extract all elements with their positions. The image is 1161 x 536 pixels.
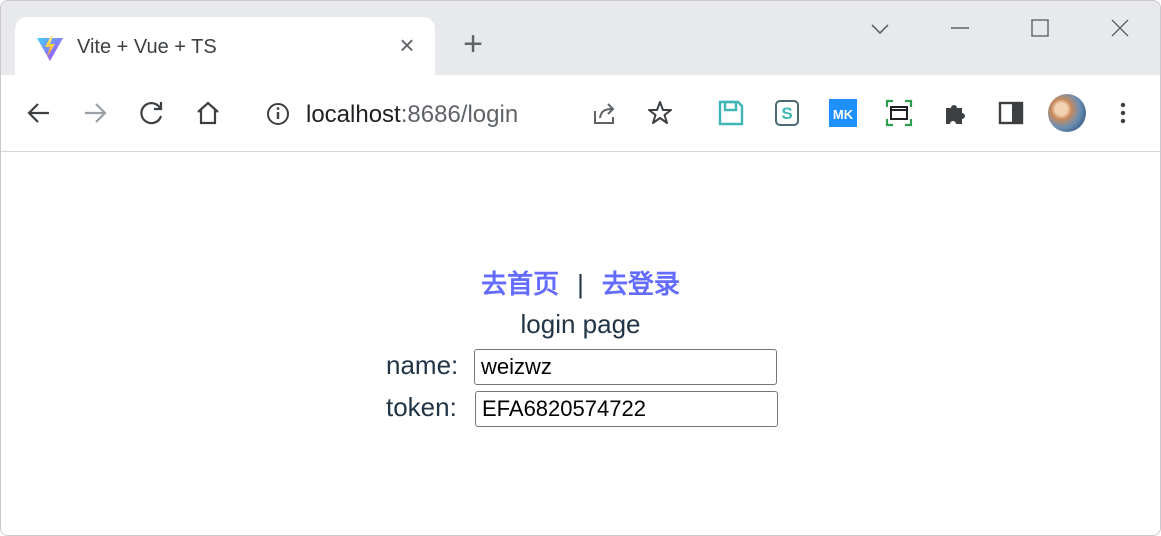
screenshot-extension-icon[interactable] <box>885 99 913 127</box>
page-title: login page <box>520 309 641 339</box>
mk-extension-icon[interactable]: MK <box>829 99 857 127</box>
token-label: token: <box>386 392 457 422</box>
new-tab-button[interactable]: + <box>458 27 488 61</box>
vite-logo-icon <box>37 36 63 61</box>
site-info-icon[interactable] <box>265 101 291 127</box>
share-icon[interactable] <box>591 99 619 127</box>
profile-avatar[interactable] <box>1048 94 1086 132</box>
back-arrow-icon[interactable] <box>25 99 53 127</box>
tab-search-chevron-icon[interactable] <box>865 13 895 43</box>
name-label: name: <box>386 350 459 380</box>
page-content: 去首页 | 去登录 login page name: token: <box>1 152 1160 535</box>
more-menu-icon[interactable] <box>1109 99 1137 127</box>
page-nav: 去首页 | 去登录 <box>1 264 1160 301</box>
maximize-icon[interactable] <box>1025 13 1055 43</box>
address-bar[interactable]: localhost:8686/login <box>306 101 518 129</box>
save-extension-icon[interactable] <box>717 99 745 127</box>
name-input[interactable] <box>474 349 777 385</box>
browser-window: Vite + Vue + TS × + localhost:8686/login… <box>0 0 1161 536</box>
browser-toolbar: localhost:8686/login S MK <box>1 75 1160 152</box>
close-icon[interactable]: × <box>395 32 419 58</box>
home-icon[interactable] <box>194 99 222 127</box>
token-input[interactable] <box>475 391 778 427</box>
svg-text:S: S <box>781 104 792 123</box>
s-extension-icon[interactable]: S <box>773 99 801 127</box>
svg-text:MK: MK <box>833 107 854 122</box>
url-path: :8686/login <box>400 101 519 128</box>
token-row: token: <box>1 391 1160 432</box>
home-link[interactable]: 去首页 <box>481 269 559 299</box>
name-row: name: <box>1 349 1160 390</box>
sidebar-icon[interactable] <box>997 99 1025 127</box>
minimize-icon[interactable] <box>945 13 975 43</box>
active-tab[interactable]: Vite + Vue + TS × <box>15 17 435 75</box>
tab-title: Vite + Vue + TS <box>77 36 217 58</box>
login-link[interactable]: 去登录 <box>602 269 680 299</box>
puzzle-icon[interactable] <box>941 99 969 127</box>
forward-arrow-icon[interactable] <box>81 99 109 127</box>
reload-icon[interactable] <box>138 99 166 127</box>
tab-strip: Vite + Vue + TS × + <box>1 1 1160 75</box>
bookmark-star-icon[interactable] <box>646 99 674 127</box>
url-host: localhost <box>306 101 401 128</box>
window-close-icon[interactable] <box>1105 13 1135 43</box>
nav-separator: | <box>577 269 584 299</box>
